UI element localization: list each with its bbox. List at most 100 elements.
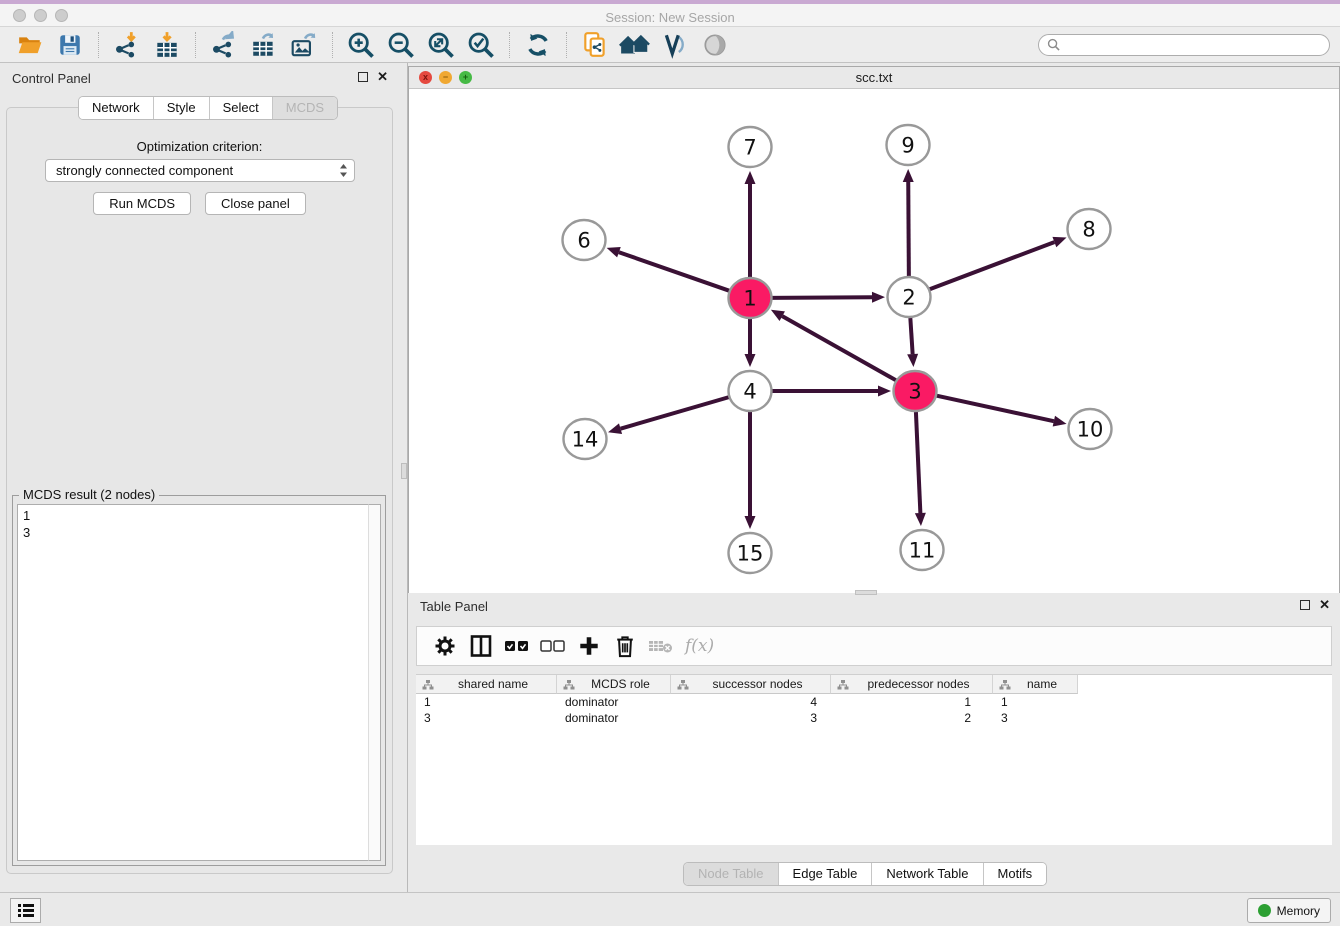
zoom-in-button[interactable] bbox=[344, 30, 378, 60]
select-all-columns-button[interactable] bbox=[499, 631, 535, 661]
float-panel-icon[interactable] bbox=[358, 72, 368, 82]
vizmapper-icon bbox=[661, 31, 689, 59]
table-cell[interactable]: 4 bbox=[671, 694, 831, 710]
memory-button[interactable]: Memory bbox=[1247, 898, 1331, 923]
table-cell[interactable]: 2 bbox=[831, 710, 993, 726]
edge-2-9[interactable] bbox=[908, 182, 909, 276]
table-cell[interactable]: dominator bbox=[557, 694, 671, 710]
table-header-row: shared nameMCDS rolesuccessor nodesprede… bbox=[416, 675, 1332, 694]
splitter-grip[interactable] bbox=[401, 463, 407, 479]
column-header-successor-nodes[interactable]: successor nodes bbox=[671, 675, 831, 694]
edge-3-1[interactable] bbox=[782, 316, 896, 381]
edge-2-3[interactable] bbox=[910, 318, 912, 354]
arrowhead-icon bbox=[1052, 237, 1066, 247]
save-session-button[interactable] bbox=[53, 30, 87, 60]
edge-1-2[interactable] bbox=[771, 297, 872, 298]
edge-1-6[interactable] bbox=[619, 252, 730, 291]
create-column-button[interactable] bbox=[571, 631, 607, 661]
table-cell[interactable]: 1 bbox=[416, 694, 557, 710]
tab-edge-table[interactable]: Edge Table bbox=[779, 863, 873, 885]
node-label-9: 9 bbox=[901, 133, 914, 157]
column-header-predecessor-nodes[interactable]: predecessor nodes bbox=[831, 675, 993, 694]
close-table-panel-icon[interactable]: ✕ bbox=[1319, 600, 1330, 610]
tab-node-table[interactable]: Node Table bbox=[684, 863, 779, 885]
show-graphics-details-button[interactable] bbox=[698, 30, 732, 60]
column-header-MCDS-role[interactable]: MCDS role bbox=[557, 675, 671, 694]
delete-column-button[interactable] bbox=[607, 631, 643, 661]
tab-network-table[interactable]: Network Table bbox=[872, 863, 983, 885]
export-image-icon bbox=[290, 31, 318, 59]
mcds-result-title: MCDS result (2 nodes) bbox=[19, 487, 159, 502]
tab-select[interactable]: Select bbox=[210, 97, 273, 119]
result-scrollbar[interactable] bbox=[368, 504, 381, 861]
home-button[interactable] bbox=[618, 30, 652, 60]
float-table-panel-icon[interactable] bbox=[1300, 600, 1310, 610]
zoom-selected-button[interactable] bbox=[464, 30, 498, 60]
table-panel: Table Panel ✕ bbox=[408, 594, 1340, 886]
table-settings-button[interactable] bbox=[427, 631, 463, 661]
refresh-view-button[interactable] bbox=[521, 30, 555, 60]
import-table-button[interactable] bbox=[150, 30, 184, 60]
column-header-name[interactable]: name bbox=[993, 675, 1078, 694]
network-canvas[interactable]: 7968124314101511 bbox=[409, 89, 1339, 593]
edge-4-14[interactable] bbox=[621, 397, 730, 429]
column-type-icon bbox=[837, 679, 849, 691]
eye-icon bbox=[701, 31, 729, 59]
status-bar: Memory bbox=[0, 892, 1340, 926]
import-network-button[interactable] bbox=[110, 30, 144, 60]
zoom-out-button[interactable] bbox=[384, 30, 418, 60]
open-session-button[interactable] bbox=[13, 30, 47, 60]
network-window: x − + scc.txt 7968124314101511 bbox=[408, 66, 1340, 593]
task-history-button[interactable] bbox=[10, 898, 41, 923]
zoom-out-icon bbox=[386, 30, 416, 60]
export-table-button[interactable] bbox=[247, 30, 281, 60]
column-type-icon bbox=[563, 679, 575, 691]
close-panel-icon[interactable]: ✕ bbox=[377, 72, 388, 82]
tab-network[interactable]: Network bbox=[79, 97, 154, 119]
node-label-7: 7 bbox=[743, 135, 756, 159]
function-builder-button: f(x) bbox=[685, 636, 714, 656]
column-header-shared-name[interactable]: shared name bbox=[416, 675, 557, 694]
edge-3-10[interactable] bbox=[936, 395, 1054, 421]
table-cell[interactable]: 1 bbox=[831, 694, 993, 710]
delete-table-icon bbox=[648, 637, 674, 655]
network-graph[interactable]: 7968124314101511 bbox=[409, 89, 1339, 593]
list-icon bbox=[17, 903, 35, 918]
table-row[interactable]: 1dominator411 bbox=[416, 694, 1332, 710]
clone-network-button[interactable] bbox=[578, 30, 612, 60]
main-toolbar bbox=[0, 27, 1340, 63]
table-cell[interactable]: 3 bbox=[993, 710, 1078, 726]
trash-icon bbox=[614, 634, 636, 658]
table-cell[interactable]: 3 bbox=[671, 710, 831, 726]
export-network-button[interactable] bbox=[207, 30, 241, 60]
zoom-fit-button[interactable] bbox=[424, 30, 458, 60]
table-cell[interactable]: 1 bbox=[993, 694, 1078, 710]
vizmapper-button[interactable] bbox=[658, 30, 692, 60]
edge-2-8[interactable] bbox=[929, 242, 1055, 290]
table-row[interactable]: 3dominator323 bbox=[416, 710, 1332, 726]
edge-3-11[interactable] bbox=[916, 412, 920, 513]
toolbar-search[interactable] bbox=[1038, 34, 1330, 56]
tab-motifs[interactable]: Motifs bbox=[984, 863, 1047, 885]
arrowhead-icon bbox=[907, 354, 918, 367]
tab-style[interactable]: Style bbox=[154, 97, 210, 119]
table-cell[interactable]: dominator bbox=[557, 710, 671, 726]
import-table-icon bbox=[153, 31, 181, 59]
plus-icon bbox=[578, 635, 600, 657]
node-label-1: 1 bbox=[743, 286, 756, 310]
save-icon bbox=[57, 32, 83, 58]
memory-label: Memory bbox=[1277, 904, 1320, 918]
run-mcds-button[interactable]: Run MCDS bbox=[93, 192, 191, 215]
criterion-select[interactable]: strongly connected component bbox=[45, 159, 355, 182]
toolbar-divider bbox=[98, 32, 99, 58]
mcds-result-text[interactable]: 1 3 bbox=[17, 504, 368, 861]
show-column-panel-button[interactable] bbox=[463, 631, 499, 661]
search-input[interactable] bbox=[1065, 38, 1321, 52]
table-cell[interactable]: 3 bbox=[416, 710, 557, 726]
export-image-button[interactable] bbox=[287, 30, 321, 60]
unselect-all-columns-button[interactable] bbox=[535, 631, 571, 661]
tab-mcds[interactable]: MCDS bbox=[273, 97, 337, 119]
close-panel-button[interactable]: Close panel bbox=[205, 192, 306, 215]
vertical-splitter[interactable] bbox=[400, 63, 408, 892]
table-body: 1dominator4113dominator323 bbox=[416, 694, 1332, 726]
